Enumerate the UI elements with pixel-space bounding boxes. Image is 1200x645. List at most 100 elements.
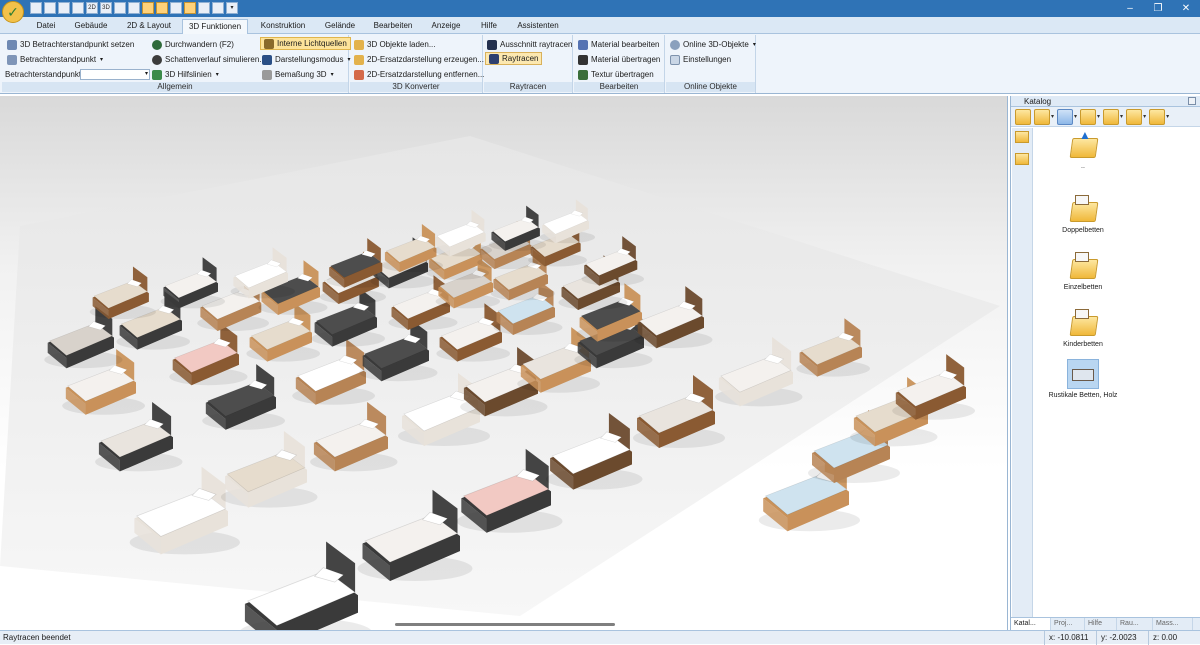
- catalog-symbols-icon[interactable]: [1149, 108, 1166, 125]
- interne-lichtquellen-button[interactable]: Interne Lichtquellen: [260, 37, 351, 50]
- quick-access-toolbar: 2D 3D ▾: [30, 2, 238, 14]
- catalog-3d-objects-icon[interactable]: [1057, 108, 1074, 125]
- tab-assistenten[interactable]: Assistenten: [510, 19, 566, 34]
- group-bearbeiten: Material bearbeiten Material übertragen …: [574, 35, 665, 93]
- catalog-sidebar: [1012, 128, 1033, 618]
- chevron-down-icon[interactable]: ▾: [1143, 113, 1146, 120]
- material-uebertragen-button[interactable]: Material übertragen: [578, 53, 660, 66]
- catalog-textures-icon[interactable]: [1103, 108, 1120, 125]
- bed-object-icon: [1067, 359, 1099, 389]
- coord-y: y: -2.0023: [1096, 631, 1148, 645]
- betrachterstandpunkt-select[interactable]: ▾: [80, 69, 150, 80]
- catalog-title: Katalog: [1024, 97, 1052, 106]
- ribbon: 3D Betrachterstandpunkt setzen Betrachte…: [0, 34, 1200, 94]
- catalog-item-up[interactable]: ▲ ..: [1043, 128, 1123, 170]
- online-3d-objekte-button[interactable]: Online 3D-Objekte ▾: [670, 38, 756, 51]
- chevron-down-icon[interactable]: ▾: [1097, 113, 1100, 120]
- catalog-folder-icon[interactable]: [1015, 108, 1031, 125]
- folder-icon: [1067, 251, 1099, 281]
- catalog-item-label: Rustikale Betten, Holz: [1048, 392, 1118, 399]
- group-label-3d-konverter: 3D Konverter: [350, 82, 482, 92]
- ersatzdarstellung-entfernen-button[interactable]: 2D-Ersatzdarstellung entfernen...: [354, 68, 484, 81]
- texture-icon: [578, 69, 588, 80]
- new-icon[interactable]: [30, 2, 42, 14]
- 3d-viewport[interactable]: [0, 96, 1008, 630]
- catalog-item-doppelbetten[interactable]: Doppelbetten: [1043, 194, 1123, 234]
- group-3d-konverter: 3D Objekte laden... 2D-Ersatzdarstellung…: [350, 35, 484, 93]
- print-icon[interactable]: [114, 2, 126, 14]
- schattenverlauf-button[interactable]: Schattenverlauf simulieren...: [152, 53, 266, 66]
- chevron-down-icon[interactable]: ▾: [1051, 113, 1054, 120]
- group-online-objekte: Online 3D-Objekte ▾ Einstellungen Online…: [666, 35, 756, 93]
- catalog-side-check-icon[interactable]: [1015, 153, 1029, 165]
- objekte-laden-button[interactable]: 3D Objekte laden...: [354, 38, 435, 51]
- dropdown-icon[interactable]: ▾: [226, 2, 238, 14]
- folder-shape: [1069, 202, 1099, 222]
- walls-icon[interactable]: [142, 2, 154, 14]
- material-bearbeiten-button[interactable]: Material bearbeiten: [578, 38, 659, 51]
- material-icon: [578, 39, 588, 50]
- remove-2d-icon: [354, 69, 364, 80]
- catalog-item-rustikale-betten[interactable]: Rustikale Betten, Holz: [1035, 359, 1131, 399]
- catalog-materials-icon[interactable]: [1080, 108, 1097, 125]
- 2d-icon[interactable]: 2D: [86, 2, 98, 14]
- save-icon[interactable]: [58, 2, 70, 14]
- copy-icon[interactable]: [212, 2, 224, 14]
- title-bar: 2D 3D ▾ – ❐ ✕: [0, 0, 1200, 17]
- undo-icon[interactable]: [72, 2, 84, 14]
- group-label-allgemein: Allgemein: [2, 82, 348, 92]
- chevron-down-icon: ▾: [215, 72, 219, 78]
- group-label-raytracen: Raytracen: [484, 82, 572, 92]
- catalog-item-kinderbetten[interactable]: Kinderbetten: [1043, 308, 1123, 348]
- settings-icon: [670, 54, 680, 65]
- select-icon[interactable]: [184, 2, 196, 14]
- tab-hilfe[interactable]: Hilfe: [474, 19, 504, 34]
- ersatzdarstellung-erzeugen-button[interactable]: 2D-Ersatzdarstellung erzeugen...: [354, 53, 484, 66]
- bemassung-3d-button[interactable]: Bemaßung 3D ▾: [262, 68, 334, 81]
- tab-konstruktion[interactable]: Konstruktion: [252, 19, 314, 34]
- raytracen-button[interactable]: Raytracen: [485, 52, 543, 65]
- chevron-down-icon[interactable]: ▾: [1120, 113, 1123, 120]
- darstellungsmodus-button[interactable]: Darstellungsmodus ▾: [262, 53, 351, 66]
- catalog-item-einzelbetten[interactable]: Einzelbetten: [1043, 251, 1123, 291]
- durchwandern-button[interactable]: Durchwandern (F2): [152, 38, 234, 51]
- tab-gelaende[interactable]: Gelände: [318, 19, 362, 34]
- open-icon[interactable]: [44, 2, 56, 14]
- 3d-icon[interactable]: 3D: [100, 2, 112, 14]
- coord-z: z: 0.00: [1148, 631, 1200, 645]
- tab-3d-funktionen[interactable]: 3D Funktionen: [182, 19, 248, 34]
- tab-datei[interactable]: Datei: [30, 19, 62, 34]
- minimize-icon[interactable]: –: [1116, 0, 1144, 17]
- textur-uebertragen-button[interactable]: Textur übertragen: [578, 68, 654, 81]
- grid-icon[interactable]: [128, 2, 140, 14]
- clock-icon: [152, 54, 162, 65]
- restore-icon[interactable]: ❐: [1144, 0, 1172, 17]
- chevron-down-icon[interactable]: ▾: [1166, 113, 1169, 120]
- catalog-side-folder-icon[interactable]: [1015, 131, 1029, 143]
- close-icon[interactable]: ✕: [1172, 0, 1200, 17]
- chevron-down-icon[interactable]: ▾: [1074, 113, 1077, 120]
- tab-2d-layout[interactable]: 2D & Layout: [120, 19, 178, 34]
- tab-bearbeiten[interactable]: Bearbeiten: [368, 19, 418, 34]
- move-icon[interactable]: [198, 2, 210, 14]
- tab-gebaeude[interactable]: Gebäude: [68, 19, 114, 34]
- hilfslinien-button[interactable]: 3D Hilfslinien ▾: [152, 68, 219, 81]
- catalog-2d-icon[interactable]: [1126, 108, 1143, 125]
- betrachterstandpunkt-button[interactable]: Betrachterstandpunkt ▾: [7, 53, 103, 66]
- pin-icon[interactable]: [1188, 97, 1196, 105]
- globe-icon: [670, 39, 680, 50]
- einstellungen-button[interactable]: Einstellungen: [670, 53, 731, 66]
- viewport-scrollbar[interactable]: [395, 623, 615, 626]
- betrachterstandpunkt-setzen-button[interactable]: 3D Betrachterstandpunkt setzen: [7, 38, 134, 51]
- catalog-book-icon[interactable]: [1034, 108, 1050, 125]
- ausschnitt-raytracen-button[interactable]: Ausschnitt raytracen: [487, 38, 572, 51]
- walk-icon: [152, 39, 162, 50]
- render-icon: [489, 53, 499, 64]
- chevron-down-icon: ▾: [752, 42, 756, 48]
- app-logo[interactable]: ✓: [2, 1, 24, 23]
- rendered-scene: [0, 136, 1000, 630]
- tab-anzeige[interactable]: Anzeige: [424, 19, 468, 34]
- render-icon[interactable]: [170, 2, 182, 14]
- crop-render-icon: [487, 39, 497, 50]
- cursor-icon[interactable]: [156, 2, 168, 14]
